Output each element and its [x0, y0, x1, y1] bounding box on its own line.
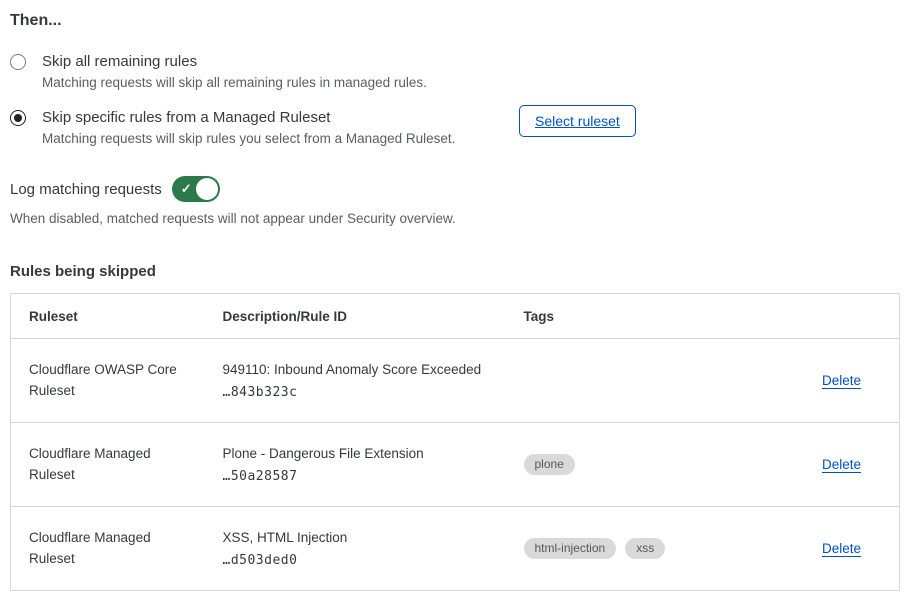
delete-link[interactable]: Delete [822, 457, 861, 472]
rule-id: …d503ded0 [223, 553, 496, 568]
option-description: Matching requests will skip rules you se… [42, 131, 899, 146]
option-skip-specific-rules: Skip specific rules from a Managed Rules… [10, 109, 899, 146]
rule-id: …843b323c [223, 385, 496, 400]
tag-badge: xss [625, 538, 665, 559]
toggle-knob[interactable] [196, 178, 218, 200]
radio-button[interactable] [10, 54, 26, 70]
rules-table-title: Rules being skipped [10, 263, 899, 280]
rule-description: XSS, HTML Injection [223, 530, 496, 545]
action-options: Skip all remaining rules Matching reques… [10, 53, 899, 146]
delete-link[interactable]: Delete [822, 373, 861, 388]
tag-badge: html-injection [524, 538, 617, 559]
ruleset-name: Cloudflare Managed Ruleset [29, 444, 195, 486]
log-toggle-description: When disabled, matched requests will not… [10, 211, 899, 226]
radio-dot-icon [14, 114, 22, 122]
column-header-ruleset: Ruleset [11, 294, 205, 339]
log-toggle[interactable]: ✓ [172, 176, 220, 202]
rule-id: …50a28587 [223, 469, 496, 484]
waf-rule-action-panel: Then... Skip all remaining rules Matchin… [0, 0, 911, 591]
check-icon: ✓ [181, 182, 192, 195]
select-ruleset-button[interactable]: Select ruleset [519, 105, 636, 137]
option-label[interactable]: Skip all remaining rules [42, 53, 197, 70]
delete-link[interactable]: Delete [822, 541, 861, 556]
option-label[interactable]: Skip specific rules from a Managed Rules… [42, 109, 330, 126]
rules-being-skipped-table: Ruleset Description/Rule ID Tags Cloudfl… [10, 293, 900, 591]
option-skip-all-rules: Skip all remaining rules Matching reques… [10, 53, 899, 90]
option-description: Matching requests will skip all remainin… [42, 75, 899, 90]
tags-cell: html-injection xss [524, 538, 764, 559]
column-header-description: Description/Rule ID [205, 294, 506, 339]
ruleset-name: Cloudflare OWASP Core Ruleset [29, 360, 195, 402]
radio-dot-icon [14, 58, 22, 66]
radio-button[interactable] [10, 110, 26, 126]
table-row: Cloudflare Managed Ruleset XSS, HTML Inj… [11, 507, 900, 591]
tags-cell: plone [524, 454, 764, 475]
table-row: Cloudflare OWASP Core Ruleset 949110: In… [11, 339, 900, 423]
then-section-title: Then... [10, 12, 899, 30]
column-header-actions [774, 294, 900, 339]
log-matching-requests-section: Log matching requests ✓ When disabled, m… [10, 176, 899, 226]
table-header-row: Ruleset Description/Rule ID Tags [11, 294, 900, 339]
rule-description: Plone - Dangerous File Extension [223, 446, 496, 461]
table-row: Cloudflare Managed Ruleset Plone - Dange… [11, 423, 900, 507]
column-header-tags: Tags [506, 294, 774, 339]
rule-description: 949110: Inbound Anomaly Score Exceeded [223, 362, 496, 377]
log-toggle-label: Log matching requests [10, 181, 162, 198]
tag-badge: plone [524, 454, 575, 475]
ruleset-name: Cloudflare Managed Ruleset [29, 528, 195, 570]
